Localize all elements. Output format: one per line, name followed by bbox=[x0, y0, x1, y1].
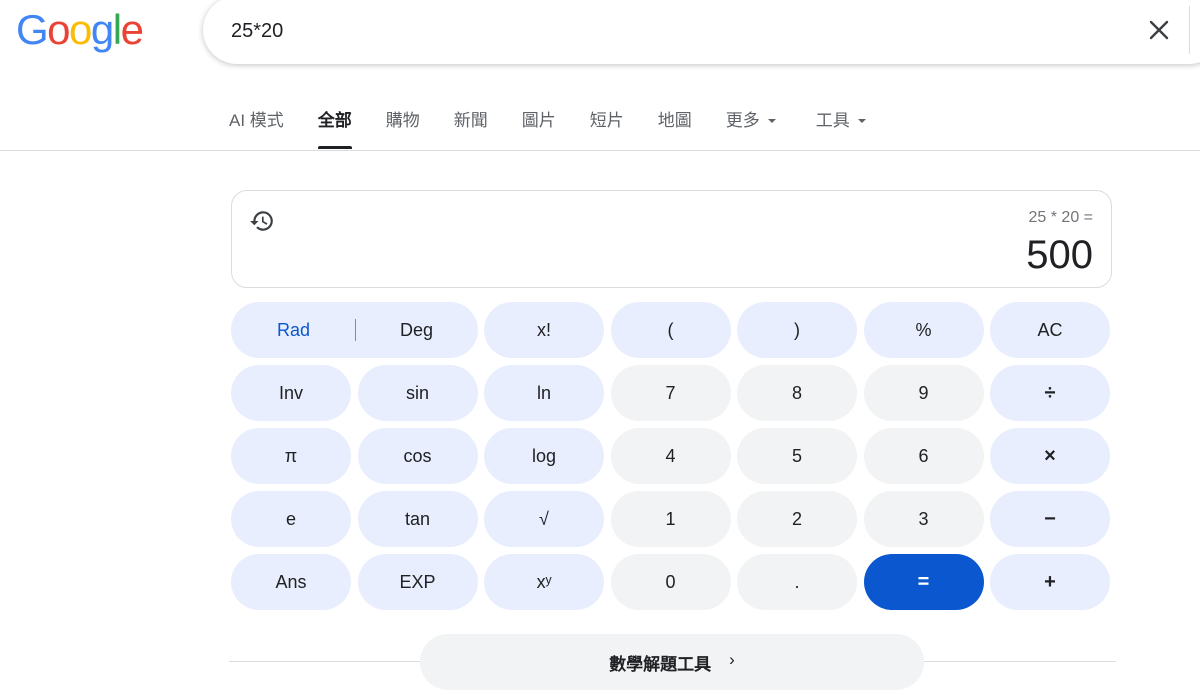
log-button[interactable]: log bbox=[484, 428, 604, 484]
answer-button[interactable]: Ans bbox=[231, 554, 351, 610]
rad-deg-toggle: Rad Deg bbox=[231, 302, 478, 358]
factorial-button[interactable]: x! bbox=[484, 302, 604, 358]
percent-button[interactable]: % bbox=[863, 302, 984, 358]
exp-button[interactable]: EXP bbox=[357, 554, 478, 610]
tab-label: 購物 bbox=[385, 111, 420, 130]
logo-letter: o bbox=[69, 6, 92, 53]
digit-7-button[interactable]: 7 bbox=[610, 365, 731, 421]
equals-button[interactable]: = bbox=[863, 554, 984, 610]
tab-label: AI 模式 bbox=[229, 111, 284, 130]
logo-letter: o bbox=[47, 6, 70, 53]
search-input[interactable] bbox=[229, 14, 1113, 48]
euler-button[interactable]: e bbox=[231, 491, 351, 547]
digit-9-button[interactable]: 9 bbox=[863, 365, 984, 421]
tab-label: 圖片 bbox=[521, 111, 556, 130]
digit-2-button[interactable]: 2 bbox=[737, 491, 857, 547]
sqrt-button[interactable]: √ bbox=[484, 491, 604, 547]
ln-button[interactable]: ln bbox=[484, 365, 604, 421]
pi-button[interactable]: π bbox=[231, 428, 351, 484]
calculator-display: 25 * 20 = 500 bbox=[231, 190, 1112, 288]
calculator-keypad: Rad Deg x! ( ) % AC Inv sin ln 7 8 9 ÷ π… bbox=[231, 302, 1112, 610]
tabs-divider bbox=[0, 150, 1200, 151]
tab-label: 全部 bbox=[317, 111, 352, 130]
tab-label: 工具 bbox=[815, 111, 850, 130]
tab-more[interactable]: 更多 bbox=[726, 108, 776, 150]
tab-label: 地圖 bbox=[657, 111, 692, 130]
search-bar bbox=[203, 0, 1200, 64]
tab-label: 更多 bbox=[725, 111, 760, 130]
caret-down-icon bbox=[767, 119, 776, 123]
chevron-right-icon: › bbox=[729, 650, 735, 669]
tab-news[interactable]: 新聞 bbox=[454, 108, 488, 150]
calculation-result: 500 bbox=[1026, 233, 1093, 277]
plus-button[interactable]: + bbox=[990, 554, 1110, 610]
tab-ai-mode[interactable]: AI 模式 bbox=[229, 108, 284, 150]
logo-letter: g bbox=[90, 6, 114, 53]
tab-all[interactable]: 全部 bbox=[317, 108, 352, 150]
multiply-button[interactable]: × bbox=[990, 428, 1110, 484]
tab-images[interactable]: 圖片 bbox=[522, 108, 556, 150]
google-logo[interactable]: Google bbox=[16, 6, 144, 54]
close-icon bbox=[1149, 20, 1169, 40]
cos-button[interactable]: cos bbox=[357, 428, 478, 484]
math-solver-button[interactable]: 數學解題工具 › bbox=[420, 634, 924, 690]
digit-8-button[interactable]: 8 bbox=[737, 365, 857, 421]
digit-5-button[interactable]: 5 bbox=[737, 428, 857, 484]
power-button[interactable]: xʸ bbox=[484, 554, 604, 610]
digit-3-button[interactable]: 3 bbox=[863, 491, 984, 547]
deg-button[interactable]: Deg bbox=[356, 302, 477, 358]
sin-button[interactable]: sin bbox=[357, 365, 478, 421]
digit-0-button[interactable]: 0 bbox=[610, 554, 731, 610]
all-clear-button[interactable]: AC bbox=[990, 302, 1110, 358]
caret-down-icon bbox=[857, 119, 866, 123]
open-paren-button[interactable]: ( bbox=[610, 302, 731, 358]
digit-6-button[interactable]: 6 bbox=[863, 428, 984, 484]
logo-letter: l bbox=[112, 6, 122, 53]
logo-letter: e bbox=[120, 6, 144, 53]
logo-letter: G bbox=[16, 6, 49, 53]
minus-button[interactable]: − bbox=[990, 491, 1110, 547]
search-divider bbox=[1189, 6, 1190, 54]
math-solver-label: 數學解題工具 bbox=[609, 655, 712, 674]
divide-button[interactable]: ÷ bbox=[990, 365, 1110, 421]
history-icon bbox=[250, 211, 273, 231]
history-button[interactable] bbox=[249, 208, 275, 234]
decimal-point-button[interactable]: . bbox=[737, 554, 857, 610]
tab-label: 短片 bbox=[589, 111, 624, 130]
tab-maps[interactable]: 地圖 bbox=[658, 108, 692, 150]
close-paren-button[interactable]: ) bbox=[737, 302, 857, 358]
search-tabs: AI 模式 全部 購物 新聞 圖片 短片 地圖 更多 工具 bbox=[229, 108, 900, 150]
clear-search-button[interactable] bbox=[1139, 10, 1179, 50]
tab-tools[interactable]: 工具 bbox=[816, 108, 866, 150]
tan-button[interactable]: tan bbox=[357, 491, 478, 547]
calculation-expression: 25 * 20 = bbox=[1028, 209, 1094, 226]
tab-videos[interactable]: 短片 bbox=[590, 108, 624, 150]
inverse-button[interactable]: Inv bbox=[231, 365, 351, 421]
rad-button[interactable]: Rad bbox=[231, 302, 356, 358]
tab-shopping[interactable]: 購物 bbox=[386, 108, 420, 150]
digit-1-button[interactable]: 1 bbox=[610, 491, 731, 547]
digit-4-button[interactable]: 4 bbox=[610, 428, 731, 484]
tab-label: 新聞 bbox=[453, 111, 488, 130]
